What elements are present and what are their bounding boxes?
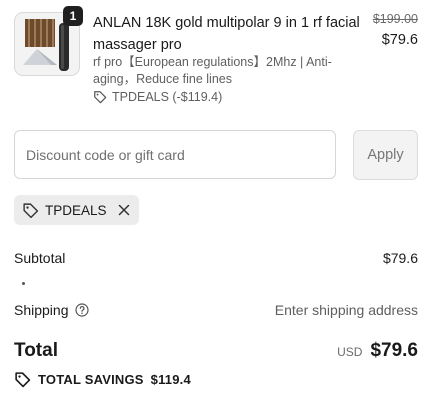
savings-value: $119.4 xyxy=(150,372,191,387)
total-label: Total xyxy=(14,340,58,361)
shipping-label: Shipping xyxy=(14,302,69,318)
product-variant: rf pro【European regulations】2Mhz | Anti-… xyxy=(93,55,332,86)
tag-icon xyxy=(15,372,31,388)
shipping-value: Enter shipping address xyxy=(274,302,418,318)
divider-dot xyxy=(22,282,25,285)
original-price: $199.00 xyxy=(372,12,418,26)
savings-label: TOTAL SAVINGS xyxy=(38,372,144,387)
help-icon[interactable] xyxy=(74,303,89,317)
close-icon[interactable] xyxy=(117,203,131,217)
quantity-badge: 1 xyxy=(63,6,83,26)
total-value: $79.6 xyxy=(370,340,418,361)
subtotal-label: Subtotal xyxy=(14,250,66,266)
tag-icon xyxy=(23,202,39,218)
apply-button[interactable]: Apply xyxy=(353,130,418,180)
product-title: ANLAN 18K gold multipolar 9 in 1 rf faci… xyxy=(93,15,360,53)
product-discount: TPDEALS (-$119.4) xyxy=(93,90,222,104)
applied-discount-chip: TPDEALS xyxy=(14,195,139,225)
shipping-row: Shipping xyxy=(14,302,89,318)
product-price: $79.6 xyxy=(381,32,418,48)
tag-icon xyxy=(94,91,107,104)
discount-code-input[interactable] xyxy=(14,130,336,179)
subtotal-value: $79.6 xyxy=(382,250,418,266)
applied-discount-code: TPDEALS xyxy=(45,202,107,218)
currency-code: USD xyxy=(337,345,363,359)
total-amount: USD $79.6 xyxy=(337,340,418,362)
product-discount-label: TPDEALS (-$119.4) xyxy=(112,90,223,104)
total-savings: TOTAL SAVINGS $119.4 xyxy=(14,371,191,388)
